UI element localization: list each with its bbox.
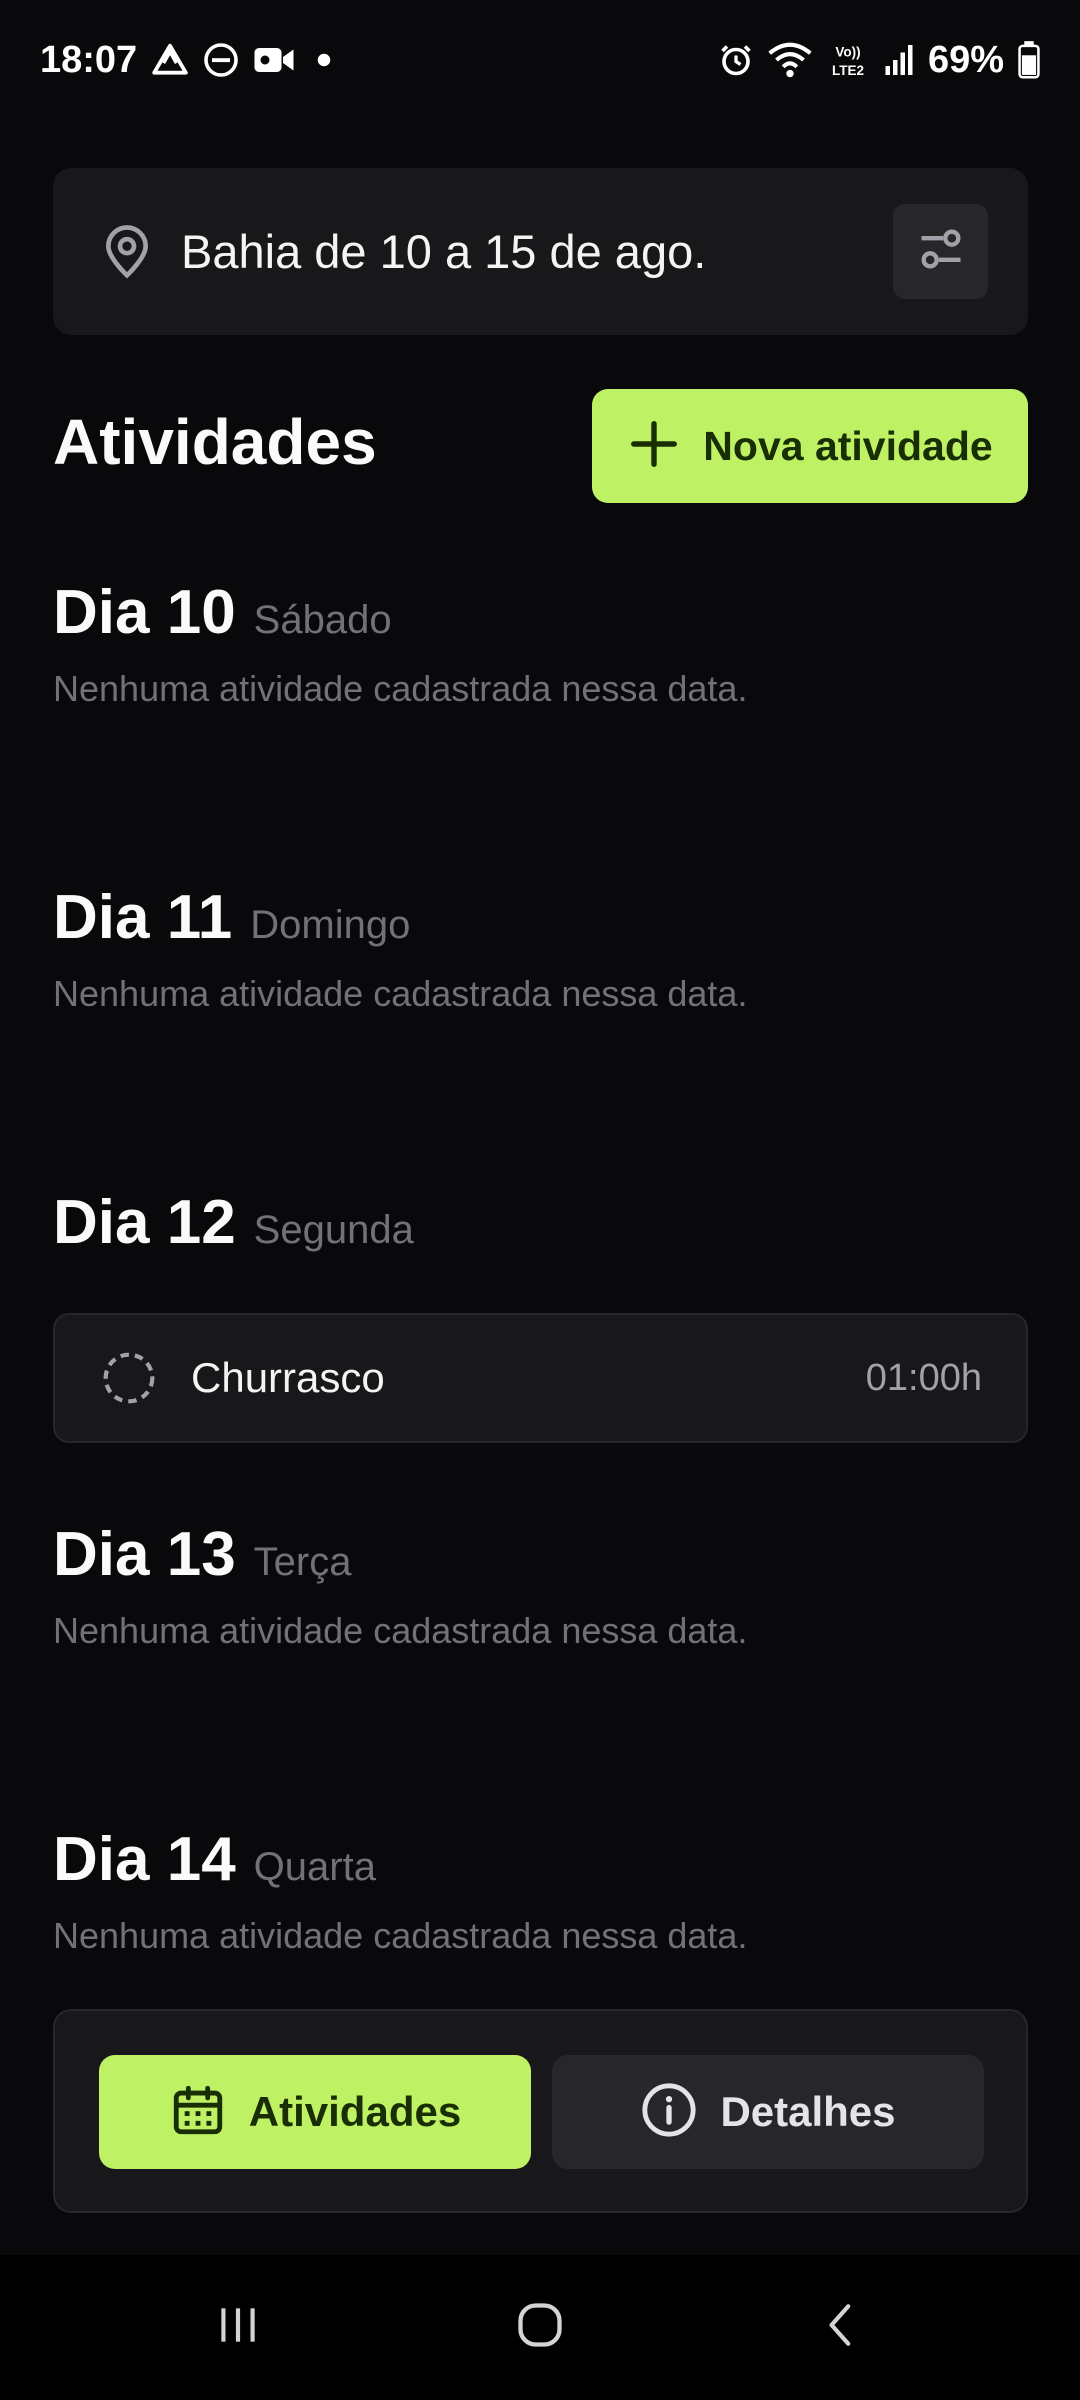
day-empty-message: Nenhuma atividade cadastrada nessa data. [53,1915,748,1956]
home-icon [514,2299,566,2356]
day-weekday: Quarta [253,1845,376,1889]
dot-icon [309,45,339,75]
recent-apps-icon [213,2300,263,2355]
day-header: Dia 14 Quarta [53,1824,1028,1895]
map-pin-icon [99,224,155,280]
page-title: Atividades [53,406,377,478]
day-number: Dia 10 [53,578,236,647]
status-bar-right: Vo)) LTE2 69% [718,39,1040,82]
battery-percent: 69% [927,38,1004,81]
wifi-icon [768,41,812,79]
back-icon [817,2300,867,2355]
home-button[interactable] [480,2255,600,2400]
svg-text:Vo)): Vo)) [835,45,860,60]
day-empty-message: Nenhuma atividade cadastrada nessa data. [53,1610,748,1651]
plus-icon [627,417,681,476]
tab-details[interactable]: Detalhes [552,2055,984,2169]
activity-item[interactable]: Churrasco 01:00h [53,1313,1028,1443]
video-icon [253,42,295,78]
day-number: Dia 12 [53,1188,236,1257]
day-header: Dia 11 Domingo [53,882,1028,953]
svg-text:LTE2: LTE2 [832,63,864,78]
day-number: Dia 11 [53,883,233,952]
activity-name: Churrasco [191,1354,385,1401]
day-weekday: Segunda [253,1208,414,1252]
new-activity-button[interactable]: Nova atividade [592,389,1028,503]
drive-icon [151,41,189,79]
status-bar-left: 18:07 [40,39,339,82]
tab-activities[interactable]: Atividades [99,2055,531,2169]
trip-location-text: Bahia de 10 a 15 de ago. [181,225,707,278]
trip-settings-button[interactable] [893,204,988,299]
day-empty-message: Nenhuma atividade cadastrada nessa data. [53,973,748,1014]
day-header: Dia 13 Terça [53,1519,1028,1590]
system-nav-bar [0,2255,1080,2400]
settings-sliders-icon [915,223,967,280]
day-empty-message: Nenhuma atividade cadastrada nessa data. [53,668,748,709]
volte-icon: Vo)) LTE2 [826,41,870,79]
alarm-icon [718,42,754,78]
day-number: Dia 14 [53,1825,236,1894]
status-bar: 18:07 Vo)) LTE2 69% [0,0,1080,120]
tab-activities-label: Atividades [248,2088,462,2135]
circle-dashed-icon [101,1350,157,1406]
back-button[interactable] [782,2255,902,2400]
day-section: Dia 14 Quarta Nenhuma atividade cadastra… [53,1824,1028,1957]
status-time: 18:07 [40,38,138,81]
battery-icon [1018,41,1040,79]
day-section: Dia 10 Sábado Nenhuma atividade cadastra… [53,577,1028,710]
tab-details-label: Detalhes [720,2088,896,2135]
day-header: Dia 10 Sábado [53,577,1028,648]
info-icon [640,2081,698,2144]
trip-location-card[interactable]: Bahia de 10 a 15 de ago. [53,168,1028,335]
day-section: Dia 12 Segunda [53,1187,1028,1258]
signal-icon [884,42,914,78]
bottom-tab-panel: Atividades Detalhes [53,2009,1028,2213]
day-section: Dia 11 Domingo Nenhuma atividade cadastr… [53,882,1028,1015]
day-weekday: Domingo [250,903,411,947]
day-weekday: Terça [253,1540,352,1584]
day-number: Dia 13 [53,1520,236,1589]
recent-apps-button[interactable] [178,2255,298,2400]
day-header: Dia 12 Segunda [53,1187,1028,1258]
calendar-icon [169,2081,227,2144]
activity-duration: 01:00h [865,1356,982,1399]
day-weekday: Sábado [253,598,392,642]
day-section: Dia 13 Terça Nenhuma atividade cadastrad… [53,1519,1028,1652]
new-activity-label: Nova atividade [703,422,993,469]
dnd-icon [203,42,239,78]
